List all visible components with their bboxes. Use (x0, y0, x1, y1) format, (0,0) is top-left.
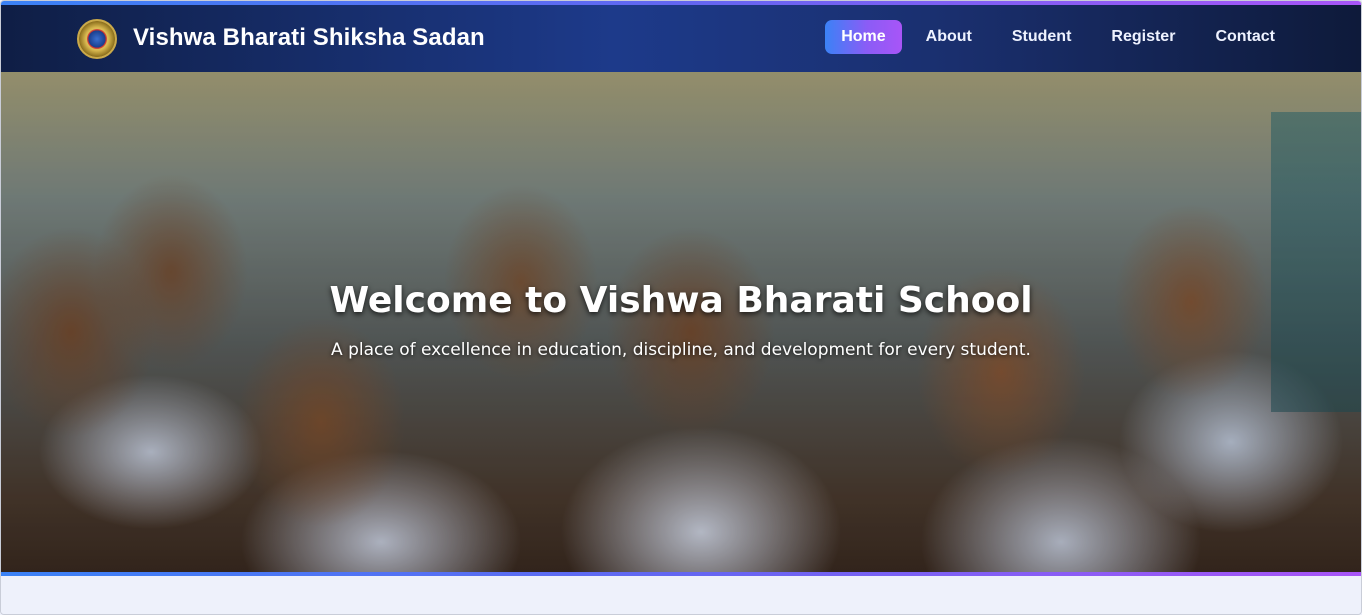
nav-home[interactable]: Home (825, 20, 902, 54)
navbar: Vishwa Bharati Shiksha Sadan Home About … (1, 5, 1361, 72)
nav-about[interactable]: About (910, 20, 988, 54)
page-frame: Vishwa Bharati Shiksha Sadan Home About … (0, 0, 1362, 615)
brand-title[interactable]: Vishwa Bharati Shiksha Sadan (133, 24, 485, 52)
page-content-area (1, 576, 1361, 614)
hero-subtitle: A place of excellence in education, disc… (331, 340, 1031, 360)
nav-contact[interactable]: Contact (1199, 20, 1291, 54)
crest-emblem (87, 29, 107, 49)
nav-student[interactable]: Student (996, 20, 1088, 54)
school-crest-icon[interactable] (77, 19, 117, 59)
hero-title: Welcome to Vishwa Bharati School (329, 280, 1033, 321)
hero-banner: Welcome to Vishwa Bharati School A place… (1, 72, 1361, 572)
nav-menu: Home About Student Register Contact (825, 20, 1291, 54)
hero-overlay (1, 72, 1361, 572)
nav-register[interactable]: Register (1095, 20, 1191, 54)
